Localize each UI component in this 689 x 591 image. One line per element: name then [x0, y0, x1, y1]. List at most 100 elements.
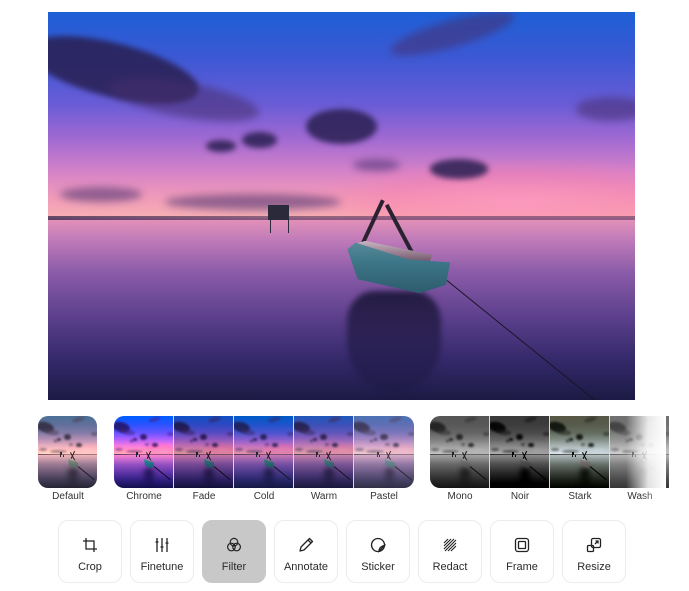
water	[354, 454, 414, 488]
filter-thumbnail[interactable]	[294, 416, 353, 488]
cloud	[621, 449, 640, 453]
filter-thumbnail[interactable]	[490, 416, 549, 488]
cloud	[445, 439, 449, 442]
horizon	[610, 453, 669, 455]
boat-reflection	[324, 467, 334, 487]
tool-redact-button[interactable]: Redact	[418, 520, 482, 583]
filter-warm[interactable]: Warm	[294, 416, 354, 502]
filter-label: Chrome	[126, 491, 162, 502]
filter-thumbnail[interactable]	[354, 416, 414, 488]
stilt-house	[452, 451, 457, 457]
cloud	[640, 443, 646, 446]
filter-thumbnail[interactable]	[114, 416, 173, 488]
cloud	[264, 443, 270, 446]
cloud	[204, 443, 210, 446]
filter-thumbnail[interactable]	[234, 416, 293, 488]
tool-crop-button[interactable]: Crop	[58, 520, 122, 583]
filter-label: Warm	[310, 491, 338, 502]
filter-wash[interactable]: Wash	[610, 416, 670, 502]
photo-scene	[610, 416, 669, 488]
tool-annotate-button[interactable]: Annotate	[274, 520, 338, 583]
tool-label: Frame	[506, 561, 538, 573]
horizon	[174, 453, 233, 455]
filter-fade[interactable]: Fade	[174, 416, 234, 502]
crop-icon	[81, 536, 99, 554]
cloud	[144, 443, 150, 446]
cloud	[501, 449, 520, 453]
tool-resize-button[interactable]: Resize	[562, 520, 626, 583]
horizon	[354, 453, 414, 455]
tool-frame-button[interactable]: Frame	[490, 520, 554, 583]
photo-scene	[48, 12, 635, 400]
cloud	[206, 140, 236, 152]
photo-scene	[114, 416, 173, 488]
filter-label: Wash	[627, 491, 653, 502]
horizon	[294, 453, 353, 455]
horizon	[48, 215, 635, 221]
photo-scene	[294, 416, 353, 488]
cloud	[249, 439, 253, 442]
photo-scene	[354, 416, 414, 488]
water	[48, 217, 635, 400]
cloud	[305, 449, 324, 453]
cloud	[125, 449, 144, 453]
thumbnail-divider	[233, 416, 234, 488]
boat-reflection	[384, 467, 395, 487]
filter-thumbnail[interactable]	[174, 416, 233, 488]
filter-thumbnail[interactable]	[610, 416, 669, 488]
cloud	[49, 449, 68, 453]
sticker-icon	[369, 536, 387, 554]
stilt-house	[256, 451, 261, 457]
cloud	[165, 194, 342, 210]
filter-cold[interactable]: Cold	[234, 416, 294, 502]
horizon	[114, 453, 173, 455]
horizon	[234, 453, 293, 455]
cloud	[53, 439, 57, 442]
boat-reflection	[264, 467, 274, 487]
cloud	[309, 439, 313, 442]
horizon	[430, 453, 489, 455]
cloud	[241, 132, 277, 148]
filter-thumbnail[interactable]	[550, 416, 609, 488]
filter-thumbnail[interactable]	[430, 416, 489, 488]
stilt-house	[60, 451, 65, 457]
cloud	[520, 443, 526, 446]
cloud	[580, 443, 586, 446]
tool-label: Finetune	[140, 561, 184, 573]
filter-label: Noir	[510, 491, 530, 502]
cloud	[441, 449, 460, 453]
main-image-canvas[interactable]	[48, 12, 635, 400]
cloud	[129, 439, 133, 442]
thumbnail-divider	[353, 416, 354, 488]
photo-scene	[174, 416, 233, 488]
tool-label: Crop	[78, 561, 102, 573]
photo-scene	[38, 416, 97, 488]
filter-mono[interactable]: Mono	[430, 416, 490, 502]
boat-reflection	[68, 467, 78, 487]
tool-sticker-button[interactable]: Sticker	[346, 520, 410, 583]
filter-pastel[interactable]: Pastel	[354, 416, 414, 502]
filter-stark[interactable]: Stark	[550, 416, 610, 502]
cloud	[385, 443, 390, 446]
filter-noir[interactable]: Noir	[490, 416, 550, 502]
stilt-house	[196, 451, 201, 457]
boat-reflection	[204, 467, 214, 487]
cloud	[68, 443, 74, 446]
filter-label: Stark	[568, 491, 592, 502]
thumbnail-divider	[609, 416, 610, 488]
cloud	[366, 449, 384, 453]
boat-reflection	[580, 467, 590, 487]
cloud	[370, 439, 374, 442]
cloud	[189, 439, 193, 442]
cloud	[393, 443, 399, 447]
resize-icon	[585, 536, 603, 554]
tool-finetune-button[interactable]: Finetune	[130, 520, 194, 583]
photo-scene	[550, 416, 609, 488]
cloud	[245, 449, 264, 453]
thumbnail-divider	[173, 416, 174, 488]
cloud	[380, 434, 388, 441]
tool-filter-button[interactable]: Filter	[202, 520, 266, 583]
filter-thumbnail[interactable]	[38, 416, 97, 488]
filter-default[interactable]: Default	[38, 416, 98, 502]
filter-chrome[interactable]: Chrome	[114, 416, 174, 502]
